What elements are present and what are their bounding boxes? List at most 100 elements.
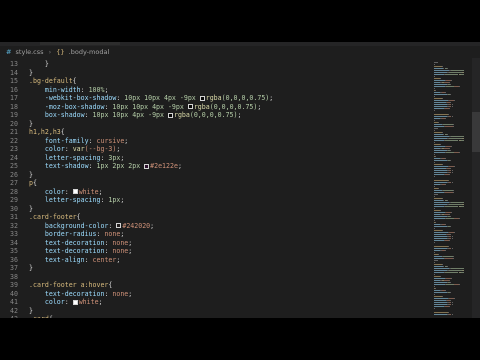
code-line[interactable]: 14} — [0, 69, 430, 78]
code-line[interactable]: 40 text-decoration: none; — [0, 290, 430, 299]
code-token: letter-spacing — [29, 153, 101, 162]
minimap-token — [434, 242, 435, 244]
minimap-token — [459, 218, 460, 220]
code-text: text-shadow: 1px 2px 2px #2e122e; — [29, 162, 182, 171]
minimap-token — [451, 314, 453, 316]
code-line[interactable]: 26} — [0, 171, 430, 180]
code-token: .card — [29, 315, 49, 318]
code-line[interactable]: 25 text-shadow: 1px 2px 2px #2e122e; — [0, 162, 430, 171]
code-line[interactable]: 30} — [0, 205, 430, 214]
code-text: } — [29, 60, 49, 69]
code-text: min-width: 100%; — [29, 86, 109, 95]
minimap-token — [434, 218, 445, 220]
code-line[interactable]: 34 text-decoration: none; — [0, 239, 430, 248]
minimap-token — [461, 140, 464, 142]
code-line[interactable]: 15 .bg-default{ — [0, 77, 430, 86]
color-swatch[interactable] — [199, 95, 205, 101]
code-line[interactable]: 39 .card-footer a:hover{ — [0, 281, 430, 290]
minimap-token — [434, 208, 435, 210]
code-line[interactable]: 42} — [0, 307, 430, 316]
code-token: none — [104, 230, 121, 238]
code-text: -moz-box-shadow: 10px 10px 4px -9px rgba… — [29, 103, 261, 112]
code-area[interactable]: 13 } 14} 15 .bg-default{16 min-width: 100%;… — [0, 58, 430, 318]
line-number: 26 — [10, 170, 18, 179]
minimap-token — [434, 232, 448, 234]
minimap-token — [447, 200, 448, 202]
code-token: background-color — [29, 221, 109, 230]
code-line[interactable]: 20} — [0, 120, 430, 129]
minimap-token — [434, 96, 435, 98]
minimap-token — [450, 234, 451, 236]
minimap-token — [454, 100, 455, 102]
minimap-token — [448, 138, 462, 140]
code-line[interactable]: 29 letter-spacing: 1px; — [0, 196, 430, 205]
code-line[interactable]: 22 font-family: cursive; — [0, 137, 430, 146]
code-line[interactable]: 41 color: white; — [0, 298, 430, 307]
minimap-token — [434, 180, 448, 182]
code-line[interactable]: 18 -moz-box-shadow: 10px 10px 4px -9px r… — [0, 103, 430, 112]
minimap-token — [434, 260, 438, 262]
minimap-token — [445, 224, 446, 226]
code-line[interactable]: 21 h1,h2,h3{ — [0, 128, 430, 137]
code-line[interactable]: 23 color: var(--bg-3); — [0, 145, 430, 154]
code-line[interactable]: 27 p{ — [0, 179, 430, 188]
vertical-scrollbar[interactable] — [472, 58, 480, 318]
code-line[interactable]: 35 text-decoration: none; — [0, 247, 430, 256]
code-editor[interactable]: # style.css › {} .body-modal 13 } 14} 15 .b… — [0, 42, 480, 318]
minimap-token — [451, 172, 453, 174]
minimap-token — [434, 108, 444, 110]
minimap-token — [437, 188, 439, 190]
code-line[interactable]: 31 .card-footer{ — [0, 213, 430, 222]
color-swatch[interactable] — [72, 189, 78, 194]
minimap-token — [448, 246, 449, 248]
minimap-token — [439, 78, 441, 80]
breadcrumb-file[interactable]: style.css — [16, 46, 44, 58]
line-number: 24 — [10, 153, 18, 162]
color-swatch[interactable] — [187, 104, 193, 109]
code-line[interactable]: 17 -webkit-box-shadow: 10px 10px 4px -9p… — [0, 94, 430, 103]
breadcrumb-selector[interactable]: .body-modal — [69, 46, 110, 58]
color-swatch[interactable] — [72, 299, 78, 305]
color-swatch[interactable] — [167, 112, 173, 118]
scrollbar-thumb[interactable] — [472, 112, 480, 152]
code-text: } — [29, 205, 33, 214]
minimap-token — [434, 236, 448, 238]
minimap-token — [434, 110, 435, 112]
code-token: ; — [128, 238, 133, 247]
code-line[interactable]: 28 color: white; — [0, 188, 430, 197]
code-token: text-shadow — [29, 162, 89, 170]
minimap-token — [448, 180, 449, 182]
code-token: : — [88, 162, 97, 170]
code-text: .card-footer{ — [29, 213, 81, 222]
code-line[interactable]: 37} — [0, 264, 430, 273]
color-swatch[interactable] — [144, 163, 150, 169]
code-line[interactable]: 43 .card{ — [0, 315, 430, 318]
code-line[interactable]: 13 } — [0, 60, 430, 69]
code-token: ; — [257, 102, 262, 111]
code-line[interactable]: 19 box-shadow: 10px 10px 4px -9px rgba(0… — [0, 111, 430, 120]
minimap-token — [451, 248, 453, 250]
code-line[interactable]: 16 min-width: 100%; — [0, 86, 430, 95]
minimap-token — [442, 98, 444, 100]
code-token: none — [112, 247, 129, 255]
code-line[interactable]: 36 text-align: center; — [0, 256, 430, 265]
minimap-token — [441, 264, 443, 266]
code-line[interactable]: 33 border-radius: none; — [0, 230, 430, 239]
code-token: color — [29, 145, 65, 153]
minimap-token — [445, 86, 455, 88]
code-line[interactable]: 32 background-color: #242020; — [0, 222, 430, 231]
code-token: { — [32, 179, 37, 187]
line-number: 33 — [10, 230, 18, 238]
line-number: 41 — [10, 298, 18, 306]
color-swatch[interactable] — [116, 223, 122, 228]
line-number: 32 — [10, 221, 18, 230]
code-line[interactable]: 38 — [0, 273, 430, 282]
minimap-token — [434, 186, 435, 188]
minimap-token — [452, 258, 454, 260]
line-number: 35 — [10, 247, 18, 255]
code-line[interactable]: 24 letter-spacing: 3px; — [0, 154, 430, 163]
minimap-token — [442, 164, 444, 166]
minimap-token — [434, 246, 448, 248]
line-number: 21 — [10, 128, 18, 136]
active-tab[interactable] — [40, 42, 120, 45]
